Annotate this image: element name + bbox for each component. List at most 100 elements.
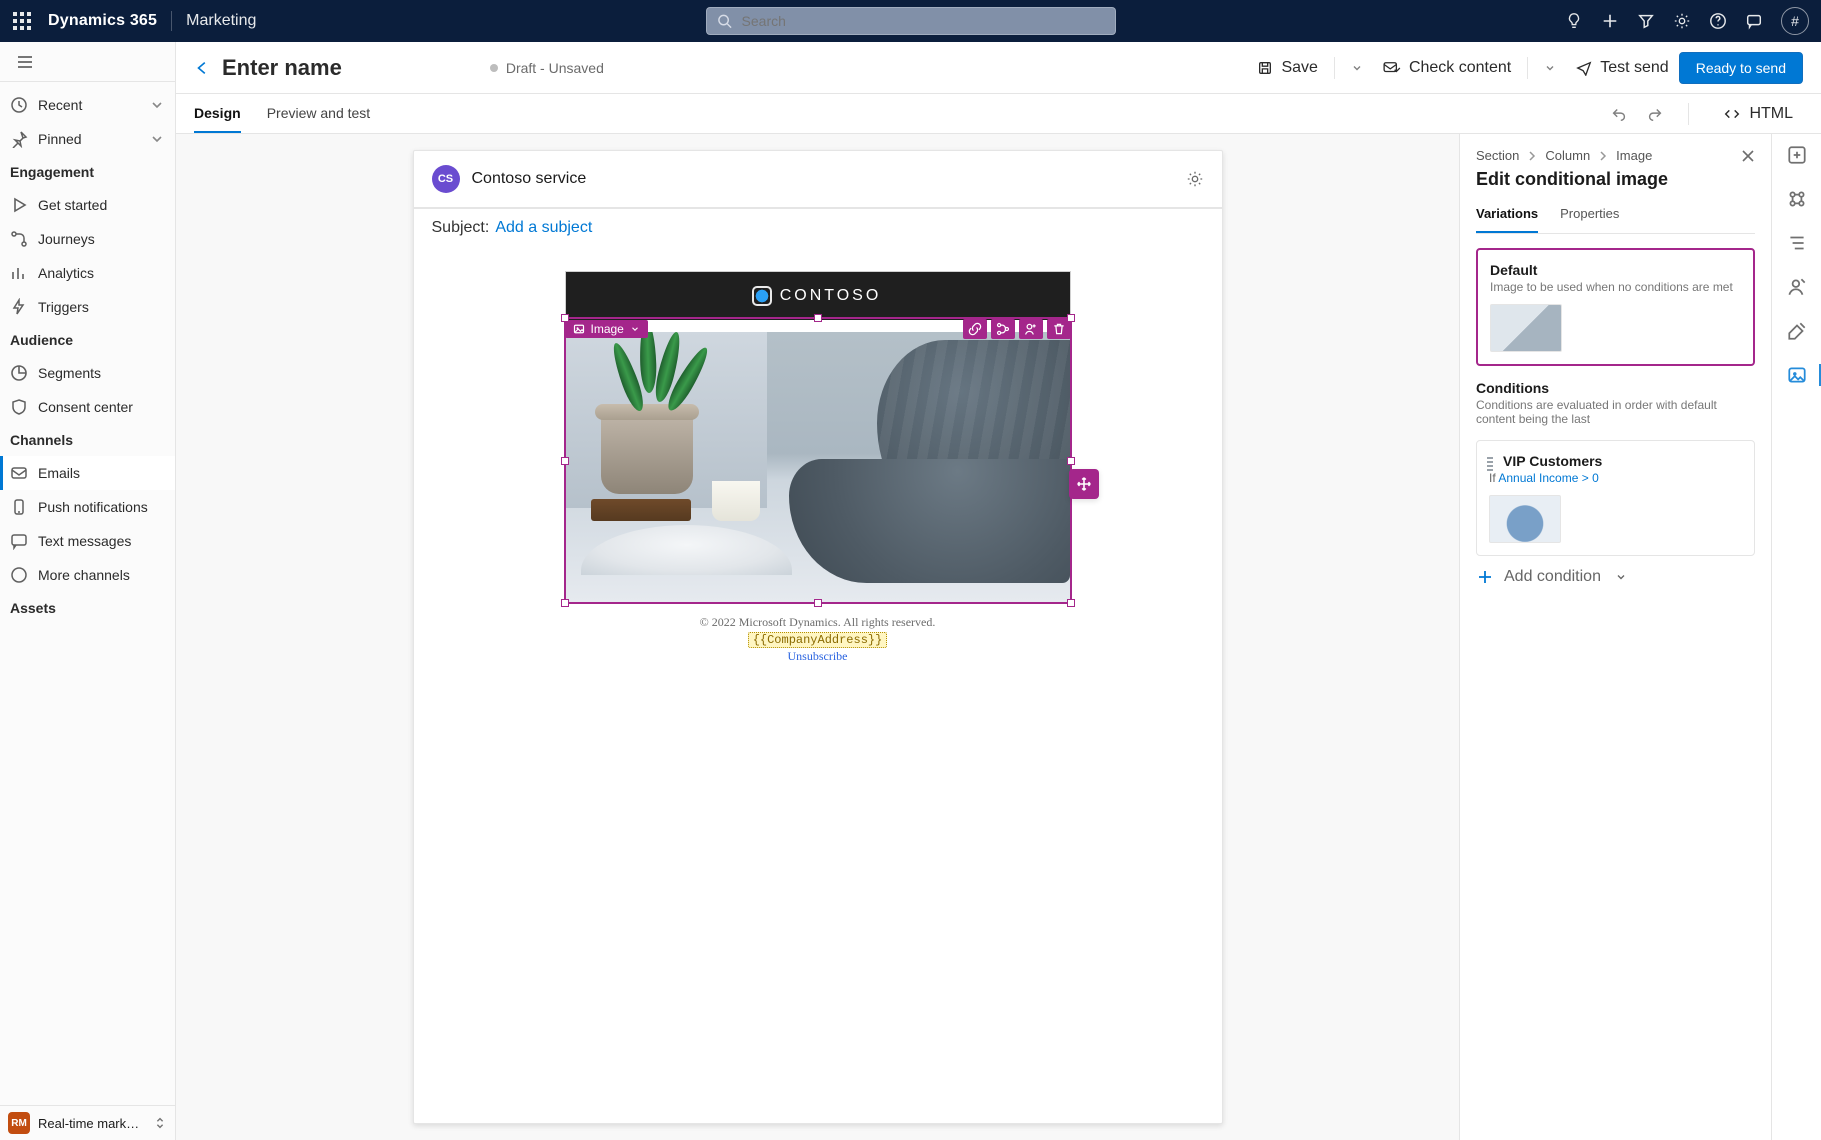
nav-push[interactable]: Push notifications [0, 490, 175, 524]
nav-analytics[interactable]: Analytics [0, 256, 175, 290]
subject-add-link[interactable]: Add a subject [495, 219, 592, 237]
flow-icon [10, 230, 28, 248]
filter-icon[interactable] [1637, 12, 1655, 30]
sender-name[interactable]: Contoso service [472, 170, 587, 188]
nav-consent-center[interactable]: Consent center [0, 390, 175, 424]
nav-journeys[interactable]: Journeys [0, 222, 175, 256]
user-avatar[interactable]: # [1781, 7, 1809, 35]
global-search-input[interactable] [740, 12, 1105, 30]
panel-tab-properties[interactable]: Properties [1560, 196, 1619, 233]
email-footer: © 2022 Microsoft Dynamics. All rights re… [565, 615, 1071, 664]
save-button[interactable]: Save [1247, 53, 1327, 83]
footer-copyright: © 2022 Microsoft Dynamics. All rights re… [700, 615, 936, 630]
gear-icon[interactable] [1673, 12, 1691, 30]
nav-section-audience-label: Audience [10, 332, 155, 348]
module-title[interactable]: Marketing [186, 12, 256, 30]
tab-design[interactable]: Design [194, 95, 241, 133]
global-search[interactable] [706, 7, 1116, 35]
rail-theme-icon[interactable] [1786, 320, 1808, 342]
help-icon[interactable] [1709, 12, 1727, 30]
nav-section-assets-label: Assets [10, 600, 155, 616]
selection-label[interactable]: Image [565, 320, 648, 338]
rail-personalize-icon[interactable] [1786, 276, 1808, 298]
undo-icon[interactable] [1610, 105, 1628, 123]
test-send-label: Test send [1600, 59, 1668, 77]
tool-link-icon[interactable] [963, 319, 987, 339]
shield-icon [10, 398, 28, 416]
breadcrumb: Section Column Image [1476, 148, 1755, 163]
drag-handle-icon[interactable] [1487, 457, 1493, 471]
rail-outline-icon[interactable] [1786, 232, 1808, 254]
chevron-right-icon [1598, 151, 1608, 161]
record-title[interactable]: Enter name [222, 55, 342, 81]
more-icon [10, 566, 28, 584]
html-toggle[interactable]: HTML [1713, 99, 1803, 129]
ready-to-send-button[interactable]: Ready to send [1679, 52, 1803, 84]
hero-image[interactable] [566, 332, 1070, 602]
redo-icon[interactable] [1646, 105, 1664, 123]
save-menu[interactable] [1341, 56, 1373, 80]
conditions-title: Conditions [1476, 380, 1755, 396]
add-icon[interactable] [1601, 12, 1619, 30]
segment-icon [10, 364, 28, 382]
unsubscribe-link[interactable]: Unsubscribe [788, 649, 848, 664]
panel-close-icon[interactable] [1741, 149, 1755, 163]
nav-section-audience[interactable]: Audience [0, 324, 175, 356]
panel-tab-variations[interactable]: Variations [1476, 196, 1538, 233]
nav-item-label: Consent center [38, 399, 133, 415]
right-tool-rail [1771, 134, 1821, 1140]
nav-segments[interactable]: Segments [0, 356, 175, 390]
plus-icon [1476, 568, 1494, 586]
area-switcher[interactable]: RM Real-time marketi… [0, 1105, 175, 1140]
brand-name: CONTOSO [780, 287, 882, 305]
tool-delete-icon[interactable] [1047, 319, 1071, 339]
check-content-button[interactable]: Check content [1373, 53, 1521, 83]
app-topbar: Dynamics 365 Marketing # [0, 0, 1821, 42]
panel-title: Edit conditional image [1476, 169, 1755, 190]
nav-pinned[interactable]: Pinned [0, 122, 175, 156]
rail-image-icon[interactable] [1786, 364, 1808, 386]
crumb-column[interactable]: Column [1545, 148, 1590, 163]
selected-image-block[interactable]: CONTOSO [565, 271, 1071, 603]
tool-branch-icon[interactable] [991, 319, 1015, 339]
default-thumbnail[interactable] [1490, 304, 1562, 352]
nav-triggers[interactable]: Triggers [0, 290, 175, 324]
floating-move-icon[interactable] [1069, 469, 1099, 499]
nav-get-started[interactable]: Get started [0, 188, 175, 222]
brand-title[interactable]: Dynamics 365 [48, 12, 157, 30]
app-launcher-icon[interactable] [12, 11, 32, 31]
back-button[interactable] [194, 59, 212, 77]
html-label: HTML [1749, 105, 1793, 123]
tool-personalize-icon[interactable] [1019, 319, 1043, 339]
tab-preview[interactable]: Preview and test [267, 95, 371, 133]
header-gear-icon[interactable] [1186, 170, 1204, 188]
nav-emails[interactable]: Emails [0, 456, 175, 490]
mail-icon [10, 464, 28, 482]
nav-section-channels[interactable]: Channels [0, 424, 175, 456]
nav-pinned-label: Pinned [38, 131, 82, 147]
nav-text[interactable]: Text messages [0, 524, 175, 558]
sort-icon [153, 1116, 167, 1130]
panel-tabs: Variations Properties [1476, 196, 1755, 234]
condition-rule-link[interactable]: Annual Income > 0 [1498, 471, 1598, 485]
company-address-token[interactable]: {{CompanyAddress}} [748, 632, 888, 648]
test-send-button[interactable]: Test send [1566, 53, 1678, 83]
add-condition-button[interactable]: Add condition [1476, 568, 1755, 586]
condition-card-vip[interactable]: VIP Customers If Annual Income > 0 [1476, 440, 1755, 556]
default-variation-card[interactable]: Default Image to be used when no conditi… [1476, 248, 1755, 366]
nav-collapse-button[interactable] [0, 42, 175, 82]
nav-recent[interactable]: Recent [0, 88, 175, 122]
vip-thumbnail[interactable] [1489, 495, 1561, 543]
nav-more-channels[interactable]: More channels [0, 558, 175, 592]
check-content-menu[interactable] [1534, 56, 1566, 80]
rail-layout-icon[interactable] [1786, 188, 1808, 210]
crumb-section[interactable]: Section [1476, 148, 1519, 163]
nav-section-assets[interactable]: Assets [0, 592, 175, 624]
nav-item-label: Text messages [38, 533, 131, 549]
crumb-image[interactable]: Image [1616, 148, 1652, 163]
lightbulb-icon[interactable] [1565, 12, 1583, 30]
rail-add-icon[interactable] [1786, 144, 1808, 166]
default-card-title: Default [1490, 262, 1741, 278]
nav-section-engagement[interactable]: Engagement [0, 156, 175, 188]
chat-icon[interactable] [1745, 12, 1763, 30]
